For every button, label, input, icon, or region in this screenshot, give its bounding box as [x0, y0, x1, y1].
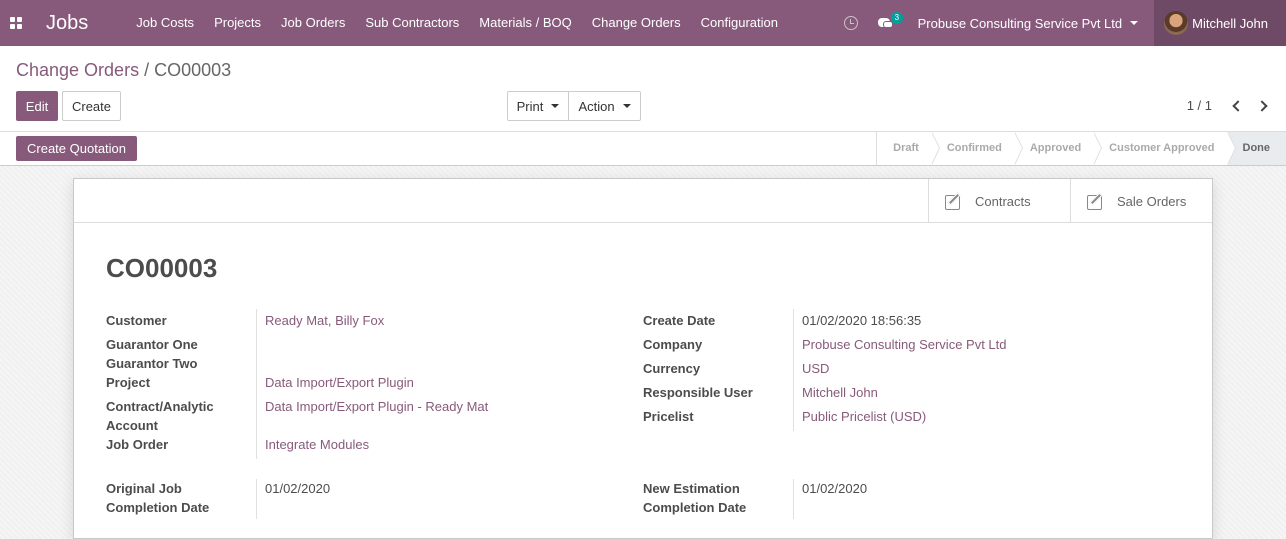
job-order-label: Job Order	[106, 437, 169, 452]
user-menu[interactable]: Mitchell John	[1154, 0, 1286, 46]
form-statusbar: Create Quotation Draft Confirmed Approve…	[0, 132, 1286, 166]
previous-record-icon[interactable]	[1232, 99, 1244, 112]
messaging-icon[interactable]: 3	[877, 12, 904, 30]
customer-label: Customer	[106, 313, 167, 328]
new-estimation-value: 01/02/2020	[802, 481, 868, 496]
breadcrumb-separator: /	[144, 60, 150, 80]
job-order-value[interactable]: Integrate Modules	[265, 435, 369, 454]
responsible-user-value[interactable]: Mitchell John	[802, 383, 878, 402]
edit-button[interactable]: Edit	[16, 91, 58, 121]
stage-pipeline: Draft Confirmed Approved Customer Approv…	[876, 132, 1286, 165]
pricelist-value[interactable]: Public Pricelist (USD)	[802, 407, 926, 426]
company-switcher[interactable]: Probuse Consulting Service Pvt Ltd	[918, 16, 1139, 31]
company-value[interactable]: Probuse Consulting Service Pvt Ltd	[802, 335, 1007, 354]
divider	[256, 479, 257, 519]
menu-projects[interactable]: Projects	[204, 0, 271, 46]
guarantor-one-label: Guarantor One	[106, 337, 198, 352]
record-title: CO00003	[106, 253, 218, 283]
breadcrumb: Change Orders / CO00003	[16, 60, 231, 81]
top-navbar: Jobs Job Costs Projects Job Orders Sub C…	[0, 0, 1286, 46]
original-completion-label-line1: Original Job	[106, 481, 182, 496]
action-dropdown[interactable]: Action	[568, 91, 641, 121]
print-dropdown[interactable]: Print	[507, 91, 569, 121]
new-estimation-label-line1: New Estimation	[643, 481, 740, 496]
project-label: Project	[106, 375, 151, 390]
control-panel: Change Orders / CO00003 Edit Create Prin…	[0, 46, 1286, 132]
divider	[256, 309, 257, 459]
stage-approved[interactable]: Approved	[1014, 132, 1103, 165]
currency-value[interactable]: USD	[802, 359, 829, 378]
edit-icon	[1087, 192, 1107, 210]
smart-button-box: Contracts Sale Orders	[74, 179, 1212, 223]
new-estimation-label-line2: Completion Date	[643, 500, 747, 515]
app-brand[interactable]: Jobs	[46, 12, 88, 35]
menu-materials-boq[interactable]: Materials / BOQ	[469, 0, 581, 46]
chevron-down-icon	[622, 104, 631, 108]
menu-sub-contractors[interactable]: Sub Contractors	[355, 0, 469, 46]
original-completion-label-line2: Completion Date	[106, 500, 210, 515]
apps-menu-icon[interactable]	[0, 0, 32, 46]
action-label: Action	[578, 98, 615, 114]
divider	[793, 309, 794, 431]
menu-job-costs[interactable]: Job Costs	[126, 0, 204, 46]
divider	[793, 479, 794, 519]
breadcrumb-change-orders[interactable]: Change Orders	[16, 60, 139, 80]
customer-value[interactable]: Ready Mat, Billy Fox	[265, 311, 384, 330]
contracts-smart-button[interactable]: Contracts	[928, 179, 1070, 223]
contract-analytic-value[interactable]: Data Import/Export Plugin - Ready Mat	[265, 397, 488, 416]
create-date-value: 01/02/2020 18:56:35	[802, 313, 922, 328]
avatar	[1164, 11, 1189, 35]
create-quotation-button[interactable]: Create Quotation	[16, 136, 138, 161]
next-record-icon[interactable]	[1256, 99, 1268, 112]
menu-change-orders[interactable]: Change Orders	[582, 0, 691, 46]
contract-analytic-label-line1: Contract/Analytic	[106, 399, 214, 414]
chevron-down-icon	[551, 104, 560, 108]
menu-job-orders[interactable]: Job Orders	[271, 0, 355, 46]
activity-clock-icon[interactable]	[843, 16, 858, 30]
breadcrumb-current: CO00003	[154, 60, 232, 80]
original-completion-value: 01/02/2020	[265, 481, 331, 496]
create-button[interactable]: Create	[62, 91, 121, 121]
chevron-down-icon	[1130, 21, 1139, 25]
stage-draft[interactable]: Draft	[877, 132, 940, 165]
print-label: Print	[516, 98, 544, 114]
pager: 1 / 1	[1187, 98, 1274, 113]
sale-orders-label: Sale Orders	[1117, 193, 1187, 209]
pager-value[interactable]: 1 / 1	[1187, 98, 1212, 113]
menu-configuration[interactable]: Configuration	[691, 0, 788, 46]
stage-customer-approved[interactable]: Customer Approved	[1093, 132, 1236, 165]
contracts-label: Contracts	[975, 193, 1031, 209]
form-sheet: Contracts Sale Orders CO00003 Customer R…	[73, 178, 1213, 539]
guarantor-two-label: Guarantor Two	[106, 356, 198, 371]
create-date-label: Create Date	[643, 313, 716, 328]
contract-analytic-label-line2: Account	[106, 418, 158, 433]
company-label: Company	[643, 337, 703, 352]
currency-label: Currency	[643, 361, 701, 376]
project-value[interactable]: Data Import/Export Plugin	[265, 373, 414, 392]
company-name: Probuse Consulting Service Pvt Ltd	[917, 15, 1123, 31]
user-name: Mitchell John	[1192, 15, 1268, 31]
responsible-user-label: Responsible User	[643, 385, 753, 400]
sale-orders-smart-button[interactable]: Sale Orders	[1070, 179, 1212, 223]
main-menu: Job Costs Projects Job Orders Sub Contra…	[126, 0, 788, 46]
edit-icon	[945, 192, 965, 210]
pricelist-label: Pricelist	[643, 409, 694, 424]
messages-badge: 3	[890, 12, 904, 24]
stage-confirmed[interactable]: Confirmed	[931, 132, 1023, 165]
